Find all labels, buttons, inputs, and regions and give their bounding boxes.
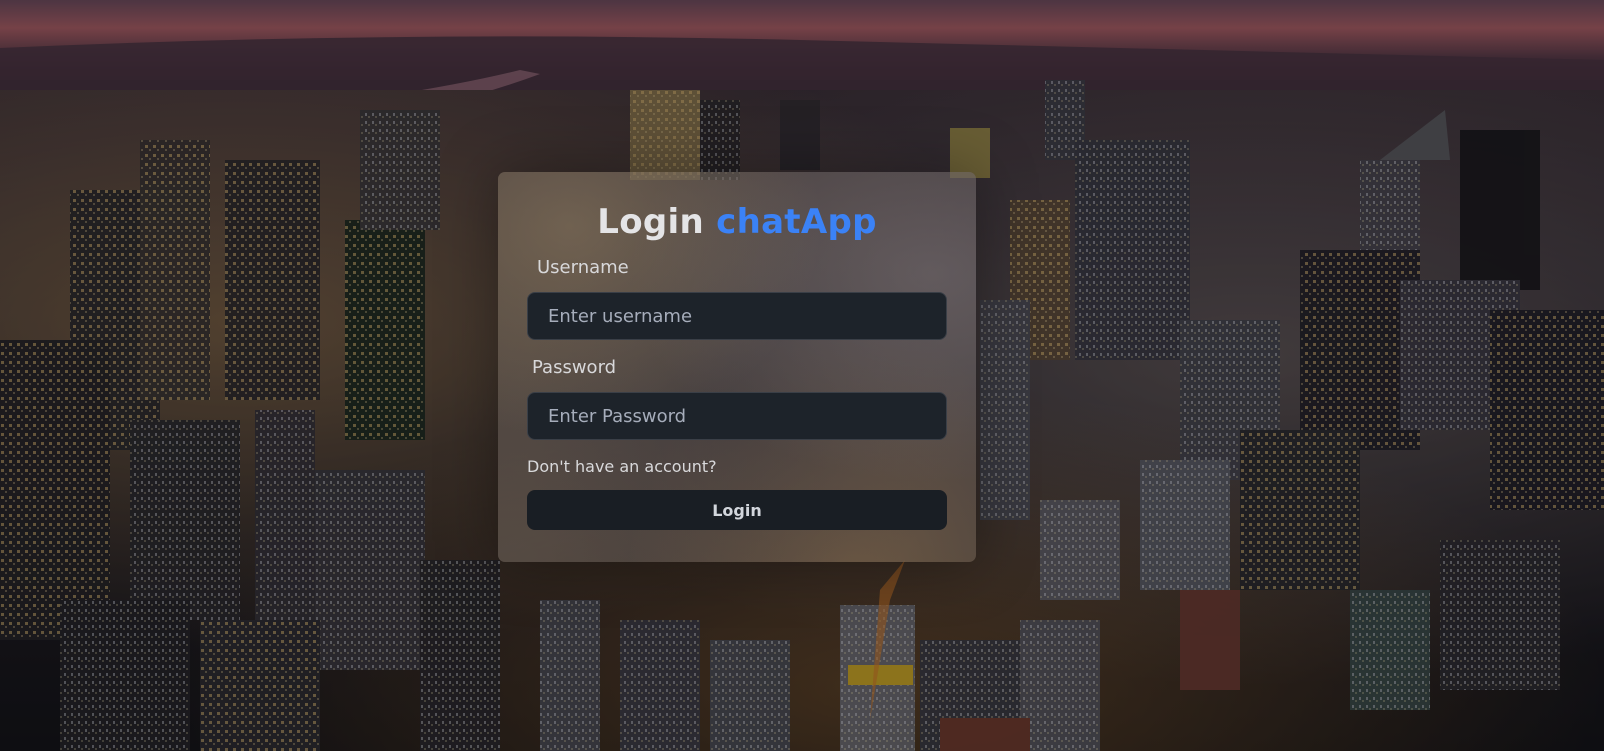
- brand-name: chatApp: [716, 202, 877, 242]
- login-button[interactable]: Login: [527, 490, 947, 530]
- username-input[interactable]: [527, 292, 947, 340]
- signup-link[interactable]: Don't have an account?: [527, 456, 717, 478]
- page-title: Login chatApp: [527, 202, 947, 242]
- login-form: Username Password Don't have an account?…: [527, 256, 947, 530]
- title-prefix: Login: [597, 202, 704, 242]
- password-input[interactable]: [527, 392, 947, 440]
- username-label: Username: [537, 257, 629, 278]
- password-label: Password: [532, 357, 617, 378]
- login-card: Login chatApp Username Password Don't ha…: [498, 172, 976, 562]
